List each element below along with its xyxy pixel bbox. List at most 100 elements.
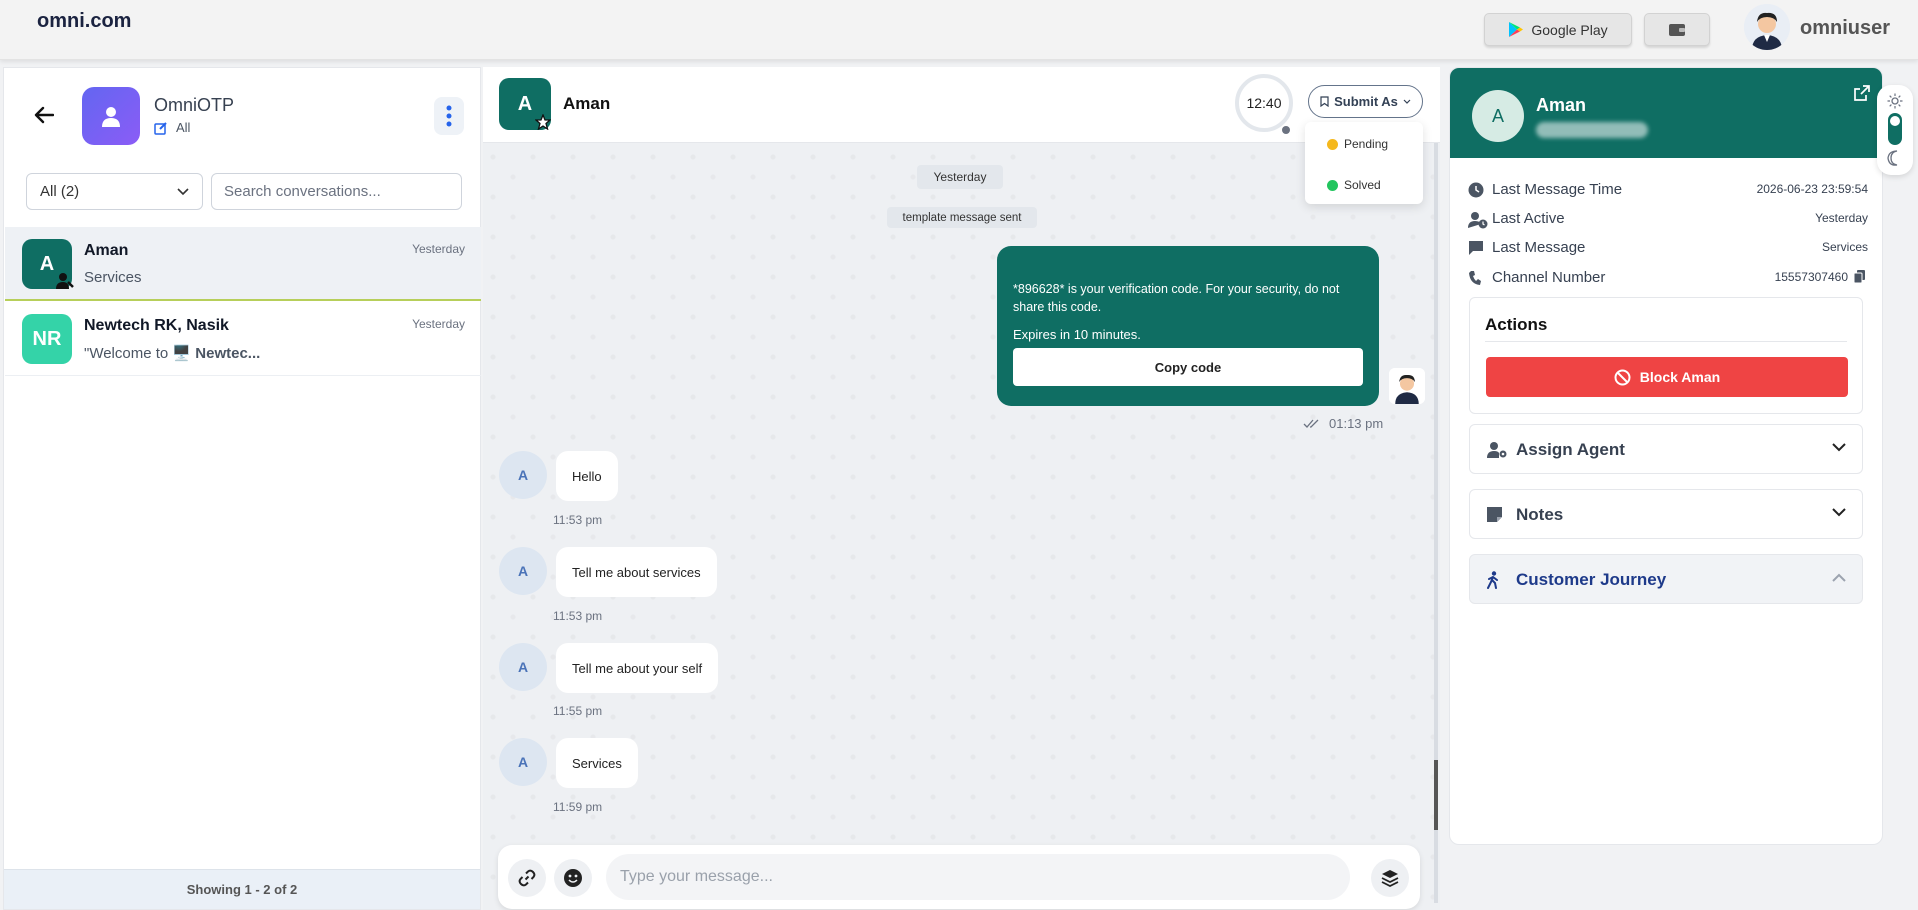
conversation-preview: Services (84, 269, 142, 286)
conversation-filter-select[interactable]: All (2) (26, 173, 203, 210)
customer-journey-accordion[interactable]: Customer Journey (1469, 554, 1863, 604)
conversations-panel: OmniOTP All All (2) A Aman Yesterday Ser… (3, 67, 481, 910)
message-bubble: Services (556, 738, 638, 788)
google-play-label: Google Play (1531, 21, 1608, 38)
chevron-up-icon (1832, 573, 1846, 582)
notes-accordion[interactable]: Notes (1469, 489, 1863, 539)
note-icon (1487, 507, 1502, 522)
preview-text: "Welcome to (84, 345, 173, 362)
org-name: OmniOTP (154, 95, 235, 115)
session-timer: 12:40 (1235, 74, 1293, 132)
conversation-time: Yesterday (412, 317, 465, 331)
message-time: 11:55 pm (553, 704, 603, 718)
info-row-channel-number: Channel Number 15557307460 (1468, 268, 1868, 288)
double-check-icon (1303, 419, 1319, 428)
conversation-time: Yesterday (412, 242, 465, 256)
message-time: 11:59 pm (553, 800, 603, 814)
assigned-agent-icon (56, 273, 74, 289)
chevron-down-icon (177, 187, 189, 195)
message-avatar: A (499, 643, 547, 691)
status-dropdown: Pending Solved (1305, 122, 1423, 204)
external-link-icon (1854, 85, 1870, 101)
search-conversations-input[interactable] (211, 173, 462, 210)
solved-dot-icon (1327, 179, 1338, 191)
agent-avatar-illustration (1389, 368, 1425, 404)
brand-logo[interactable]: omni.com (37, 10, 131, 33)
actions-title: Actions (1485, 315, 1548, 334)
arrow-left-icon (34, 106, 55, 124)
template-expiry: Expires in 10 minutes. (1013, 327, 1141, 342)
message-avatar: A (499, 547, 547, 595)
contact-name: Aman (563, 94, 611, 113)
message-bubble: Tell me about your self (556, 643, 719, 693)
user-clock-icon (1468, 212, 1488, 229)
chat-header: A Aman 12:40 Submit As Pending Solved (483, 67, 1440, 204)
phone-icon (1469, 271, 1481, 285)
walking-icon (1487, 571, 1498, 589)
conversation-name: Newtech RK, Nasik (84, 317, 229, 334)
pagination-info: Showing 1 - 2 of 2 (4, 869, 480, 909)
template-message: *896628* is your verification code. For … (997, 246, 1379, 406)
info-row-last-active: Last Active Yesterday (1468, 209, 1868, 229)
timer-indicator (1282, 126, 1290, 134)
contact-details-header: A Aman (1450, 68, 1882, 158)
block-contact-button[interactable]: Block Aman (1486, 357, 1848, 397)
contact-details-panel: A Aman Last Message Time 2026-06-23 23:5… (1449, 67, 1883, 845)
kebab-icon (446, 105, 452, 127)
templates-button[interactable] (1371, 859, 1409, 897)
more-options-button[interactable] (434, 97, 464, 135)
message-avatar: A (499, 738, 547, 786)
info-label: Last Message Time (1492, 181, 1623, 198)
accordion-title: Notes (1516, 505, 1564, 524)
copy-icon[interactable] (1853, 269, 1866, 284)
conversation-item[interactable]: A Aman Yesterday Services (5, 227, 481, 301)
submit-as-label: Submit As (1334, 94, 1398, 109)
conversation-item[interactable]: NR Newtech RK, Nasik Yesterday "Welcome … (5, 302, 481, 376)
user-avatar-illustration (1744, 4, 1790, 50)
user-gear-icon (1487, 442, 1507, 458)
info-value: Yesterday (1815, 211, 1868, 225)
clock-icon (1468, 182, 1484, 198)
info-label: Last Message (1492, 239, 1586, 256)
message-input[interactable] (606, 854, 1350, 900)
emoji-button[interactable] (554, 859, 592, 897)
user-avatar[interactable] (1744, 4, 1790, 50)
message-bubble: Tell me about services (556, 547, 717, 597)
assign-agent-accordion[interactable]: Assign Agent (1469, 424, 1863, 474)
theme-switch-knob (1890, 116, 1900, 126)
open-external-button[interactable] (1854, 85, 1870, 106)
bookmark-icon (1320, 96, 1329, 107)
masked-phone-number (1536, 122, 1648, 138)
submit-as-button[interactable]: Submit As (1308, 85, 1423, 118)
chevron-down-icon (1403, 99, 1411, 104)
contact-details-avatar: A (1472, 90, 1524, 142)
org-filter[interactable]: All (154, 120, 190, 135)
divider (1485, 341, 1847, 342)
theme-toggle[interactable] (1877, 85, 1913, 175)
star-icon[interactable] (534, 113, 552, 135)
moon-icon (1887, 150, 1898, 166)
contact-details-name: Aman (1536, 95, 1587, 115)
status-option-solved[interactable]: Solved (1327, 178, 1381, 192)
status-option-label: Solved (1344, 178, 1381, 192)
back-button[interactable] (34, 104, 55, 130)
org-avatar (82, 87, 140, 145)
sun-icon (1887, 93, 1903, 109)
attach-button[interactable] (508, 859, 546, 897)
info-label: Channel Number (1492, 269, 1606, 286)
conversation-avatar: NR (22, 314, 72, 364)
status-option-pending[interactable]: Pending (1327, 137, 1388, 151)
smile-icon (564, 869, 582, 887)
system-note: template message sent (887, 207, 1037, 228)
username[interactable]: omniuser (1800, 17, 1890, 40)
info-value: Services (1821, 240, 1868, 254)
wallet-button[interactable] (1644, 13, 1710, 46)
chat-scrollbar-thumb[interactable] (1434, 760, 1438, 830)
computer-emoji-icon: 🖥️ (172, 345, 192, 362)
google-play-button[interactable]: Google Play (1484, 13, 1632, 46)
copy-code-button[interactable]: Copy code (1013, 348, 1363, 386)
status-option-label: Pending (1344, 137, 1389, 151)
chat-panel: A Aman 12:40 Submit As Pending Solved Ye… (483, 67, 1440, 910)
layers-icon (1381, 870, 1399, 887)
info-row-last-message: Last Message Services (1468, 238, 1868, 258)
